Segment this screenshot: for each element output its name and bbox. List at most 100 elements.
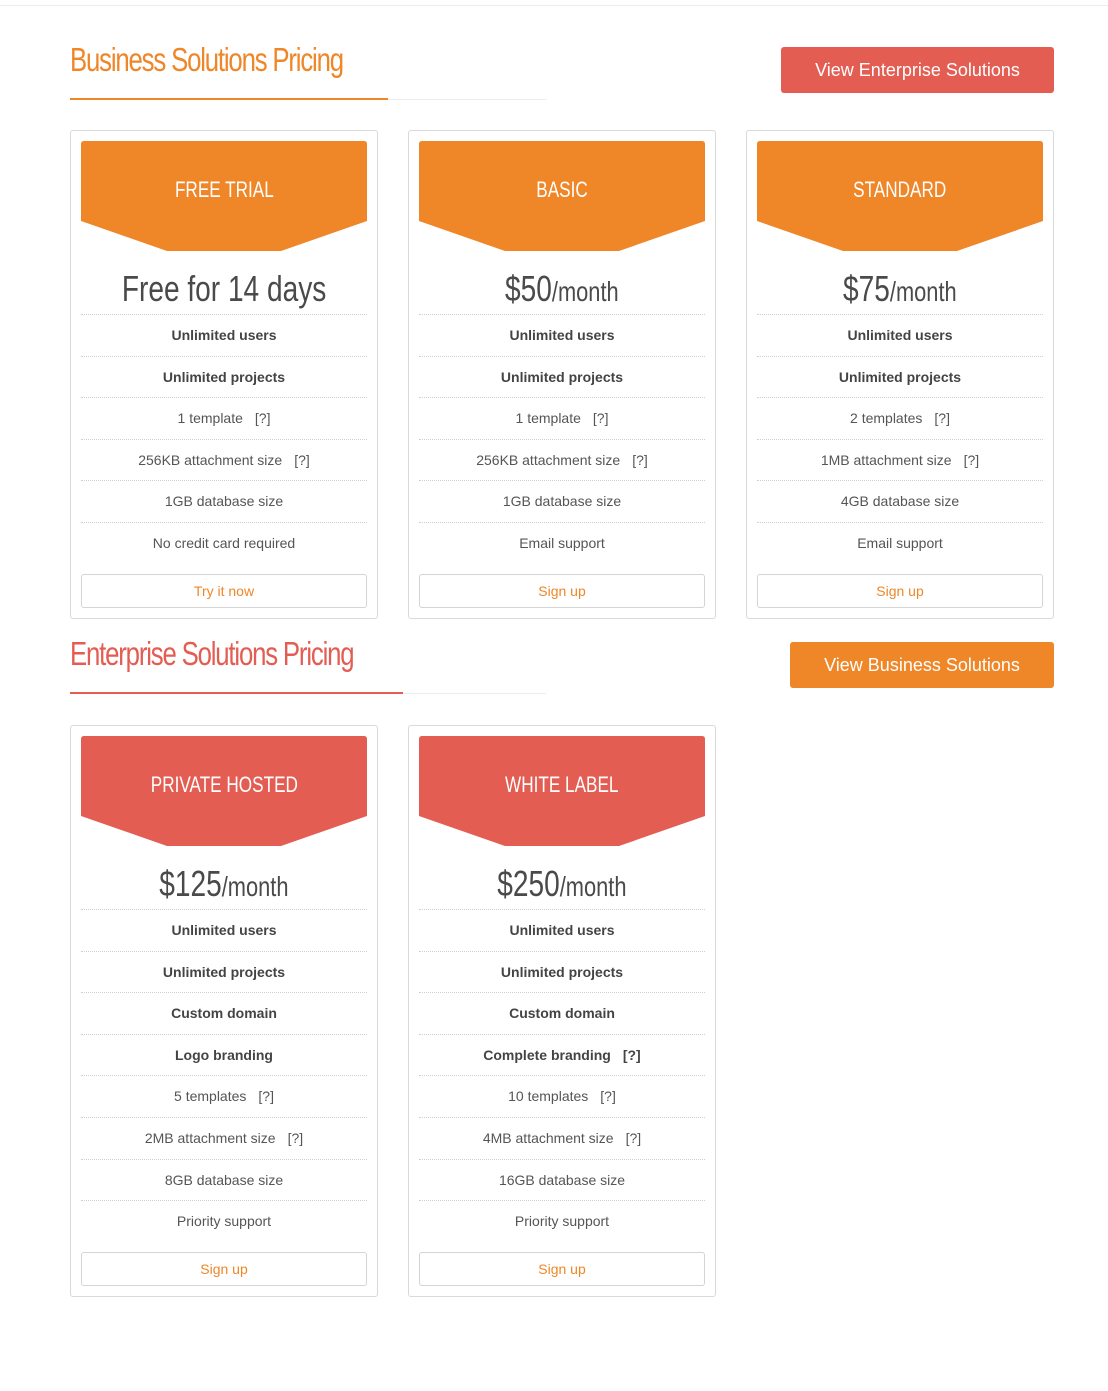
feature-text: Email support — [857, 534, 943, 551]
sign-up-button[interactable]: Sign up — [419, 1251, 705, 1286]
feature-text: 4GB database size — [840, 493, 960, 510]
feature-text: 16GB database size — [498, 1171, 626, 1188]
feature-text: 1GB database size — [502, 493, 622, 510]
plan-name-text: STANDARD — [853, 177, 947, 202]
plan-price: $125/month — [81, 846, 367, 910]
feature-item: Priority support — [419, 1201, 705, 1243]
feature-item: Complete branding [?] — [419, 1035, 705, 1077]
business-section-title: Business Solutions Pricing — [70, 41, 344, 78]
help-tooltip-icon[interactable]: [?] — [258, 1088, 274, 1104]
feature-item: Unlimited projects — [419, 357, 705, 399]
plan-price: $250/month — [419, 846, 705, 910]
feature-item: Unlimited projects — [81, 952, 367, 994]
price-period: /month — [552, 276, 619, 307]
pricing-card-basic: BASIC $50/month Unlimited users Unlimited p… — [408, 130, 716, 619]
try-it-now-button[interactable]: Try it now — [81, 573, 367, 608]
sign-up-button[interactable]: Sign up — [757, 573, 1043, 608]
enterprise-section-title: Enterprise Solutions Pricing — [70, 635, 355, 672]
plan-name-text: WHITE LABEL — [505, 772, 619, 797]
plan-name-text: PRIVATE HOSTED — [150, 772, 298, 797]
feature-text: 256KB attachment size — [138, 451, 283, 468]
help-tooltip-icon[interactable]: [?] — [255, 410, 271, 426]
feature-text: Custom domain — [509, 1005, 615, 1022]
plan-header-banner: BASIC — [419, 141, 705, 251]
sign-up-button[interactable]: Sign up — [419, 573, 705, 608]
feature-text: 1 template — [177, 410, 243, 427]
title-rule-accent — [70, 98, 388, 100]
plan-name: WHITE LABEL — [419, 772, 705, 798]
title-rule-accent — [70, 692, 403, 694]
feature-item: 16GB database size — [419, 1160, 705, 1202]
view-business-solutions-button[interactable]: View Business Solutions — [790, 642, 1054, 688]
help-tooltip-icon[interactable]: [?] — [623, 1047, 641, 1063]
plan-price: $50/month — [419, 251, 705, 315]
feature-text: 1 template — [515, 410, 581, 427]
feature-item: Priority support — [81, 1201, 367, 1243]
feature-text: 1MB attachment size — [820, 451, 952, 468]
top-divider — [0, 5, 1108, 6]
sign-up-button[interactable]: Sign up — [81, 1251, 367, 1286]
feature-item: Custom domain — [81, 993, 367, 1035]
feature-text: Unlimited projects — [500, 368, 624, 385]
feature-item: 5 templates [?] — [81, 1076, 367, 1118]
feature-text: Custom domain — [171, 1005, 277, 1022]
plan-header-banner: PRIVATE HOSTED — [81, 736, 367, 846]
price-amount: $250 — [497, 863, 560, 904]
price-period: /month — [559, 871, 627, 902]
plan-price: $75/month — [757, 251, 1043, 315]
feature-item: 4MB attachment size [?] — [419, 1118, 705, 1160]
feature-text: 256KB attachment size — [476, 451, 621, 468]
feature-item: 256KB attachment size [?] — [419, 440, 705, 482]
help-tooltip-icon[interactable]: [?] — [600, 1088, 616, 1104]
feature-text: Unlimited projects — [838, 368, 962, 385]
feature-text: Priority support — [514, 1213, 610, 1230]
price-amount: Free for 14 days — [121, 268, 327, 309]
feature-item: Custom domain — [419, 993, 705, 1035]
help-tooltip-icon[interactable]: [?] — [288, 1130, 304, 1146]
plan-name: FREE TRIAL — [81, 177, 367, 203]
feature-text: Priority support — [176, 1213, 272, 1230]
feature-text: Logo branding — [175, 1046, 273, 1063]
feature-item: Email support — [757, 523, 1043, 565]
feature-text: 4MB attachment size — [482, 1129, 614, 1146]
feature-item: Unlimited projects — [419, 952, 705, 994]
feature-item: 1GB database size — [81, 481, 367, 523]
help-tooltip-icon[interactable]: [?] — [626, 1130, 642, 1146]
price-amount: $75 — [843, 268, 891, 309]
feature-text: Unlimited projects — [162, 368, 286, 385]
feature-item: 1GB database size — [419, 481, 705, 523]
feature-text: Complete branding — [483, 1046, 611, 1063]
feature-text: No credit card required — [152, 534, 296, 551]
price-period: /month — [221, 871, 289, 902]
feature-text: 8GB database size — [164, 1171, 284, 1188]
plan-price: Free for 14 days — [81, 251, 367, 315]
feature-item: No credit card required — [81, 523, 367, 565]
plan-name: BASIC — [419, 177, 705, 203]
help-tooltip-icon[interactable]: [?] — [632, 452, 648, 468]
feature-item: Unlimited projects — [757, 357, 1043, 399]
feature-text: 2 templates — [850, 410, 923, 427]
feature-text: 2MB attachment size — [144, 1129, 276, 1146]
price-amount: $125 — [159, 863, 222, 904]
help-tooltip-icon[interactable]: [?] — [294, 452, 310, 468]
feature-item: 2MB attachment size [?] — [81, 1118, 367, 1160]
help-tooltip-icon[interactable]: [?] — [934, 410, 950, 426]
enterprise-section-header: Enterprise Solutions Pricing — [70, 634, 546, 694]
view-enterprise-solutions-button[interactable]: View Enterprise Solutions — [781, 47, 1054, 93]
feature-item: 1MB attachment size [?] — [757, 440, 1043, 482]
price-amount: $50 — [505, 268, 553, 309]
feature-text: Unlimited projects — [500, 963, 624, 980]
plan-name: STANDARD — [757, 177, 1043, 203]
feature-item: 4GB database size — [757, 481, 1043, 523]
pricing-card-free-trial: FREE TRIAL Free for 14 days Unlimited user… — [70, 130, 378, 619]
help-tooltip-icon[interactable]: [?] — [593, 410, 609, 426]
feature-item: 1 template [?] — [419, 398, 705, 440]
feature-item: 10 templates [?] — [419, 1076, 705, 1118]
feature-text: Email support — [519, 534, 605, 551]
pricing-card-white-label: WHITE LABEL $250/month Unlimited users Unli… — [408, 725, 716, 1297]
feature-item: Logo branding — [81, 1035, 367, 1077]
feature-item: 256KB attachment size [?] — [81, 440, 367, 482]
feature-text: Unlimited projects — [162, 963, 286, 980]
help-tooltip-icon[interactable]: [?] — [964, 452, 980, 468]
feature-text: 1GB database size — [164, 493, 284, 510]
